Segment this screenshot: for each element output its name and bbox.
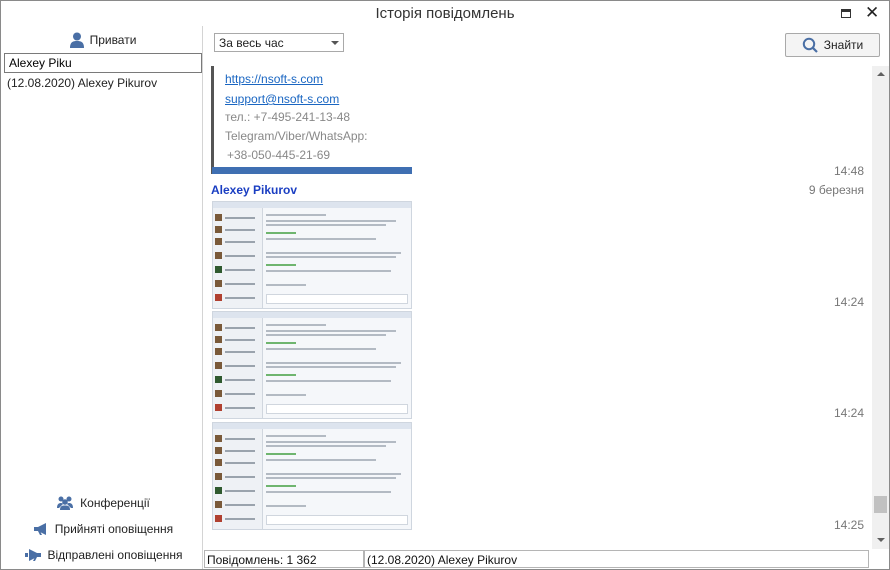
maximize-icon: [841, 9, 851, 18]
period-select[interactable]: За весь час: [214, 33, 344, 52]
tab-sent-notifications[interactable]: Відправлені оповіщення: [3, 542, 203, 568]
message-time: 14:24: [833, 406, 864, 420]
scroll-down-button[interactable]: [872, 532, 889, 549]
title-bar: Історія повідомлень ✕: [1, 1, 889, 28]
message-time: 14:48: [833, 164, 864, 178]
messengers-text: Telegram/Viber/WhatsApp:: [225, 129, 368, 143]
group-icon: [56, 496, 74, 510]
tab-conferences-label: Конференції: [80, 496, 150, 510]
scroll-up-button[interactable]: [872, 66, 889, 83]
close-button[interactable]: ✕: [863, 3, 881, 23]
message-count: Повідомлень: 1 362: [204, 550, 364, 568]
attachment-screenshot[interactable]: [212, 201, 412, 309]
sidebar: Привати (12.08.2020) Alexey Pikurov Конф…: [3, 26, 203, 569]
contact-list-item[interactable]: (12.08.2020) Alexey Pikurov: [7, 76, 157, 90]
message-time: 14:24: [833, 295, 864, 309]
tab-private[interactable]: Привати: [3, 27, 203, 53]
sender-name: Alexey Pikurov: [211, 183, 298, 197]
find-button-label: Знайти: [823, 38, 864, 52]
megaphone-in-icon: [33, 522, 49, 536]
close-icon: ✕: [865, 3, 880, 22]
status-bar: Повідомлень: 1 362 (12.08.2020) Alexey P…: [204, 549, 872, 569]
tab-private-label: Привати: [89, 33, 137, 47]
megaphone-out-icon: [24, 548, 42, 562]
status-contact: (12.08.2020) Alexey Pikurov: [364, 550, 869, 568]
signature-image: https://nsoft-s.com support@nsoft-s.com …: [211, 66, 411, 174]
message-time: 14:25: [833, 518, 864, 532]
vertical-scrollbar[interactable]: [872, 66, 889, 549]
period-select-value: За весь час: [219, 36, 284, 50]
date-separator: 9 березня: [808, 183, 864, 197]
scroll-thumb[interactable]: [874, 496, 887, 513]
maximize-button[interactable]: [837, 5, 855, 23]
phone-text: тел.: +7-495-241-13-48: [225, 110, 351, 124]
contact-search-input[interactable]: [4, 53, 202, 73]
tab-sent-label: Відправлені оповіщення: [47, 548, 183, 562]
tab-conferences[interactable]: Конференції: [3, 490, 203, 516]
signature-bar: [212, 167, 412, 174]
chevron-down-icon: [331, 41, 339, 45]
user-icon: [69, 32, 84, 48]
window-title: Історія повідомлень: [375, 5, 515, 22]
search-icon: [802, 37, 818, 53]
message-history[interactable]: https://nsoft-s.com support@nsoft-s.com …: [204, 66, 872, 549]
history-window: Історія повідомлень ✕ Привати (12.08.202…: [0, 0, 890, 570]
find-button[interactable]: Знайти: [785, 33, 880, 57]
attachment-screenshot[interactable]: [212, 422, 412, 530]
phone2-text: +38-050-445-21-69: [227, 148, 331, 162]
website-link[interactable]: https://nsoft-s.com: [225, 72, 323, 86]
email-link[interactable]: support@nsoft-s.com: [225, 92, 339, 106]
tab-received-notifications[interactable]: Прийняті оповіщення: [3, 516, 203, 542]
attachment-screenshot[interactable]: [212, 311, 412, 419]
tab-received-label: Прийняті оповіщення: [54, 522, 174, 536]
